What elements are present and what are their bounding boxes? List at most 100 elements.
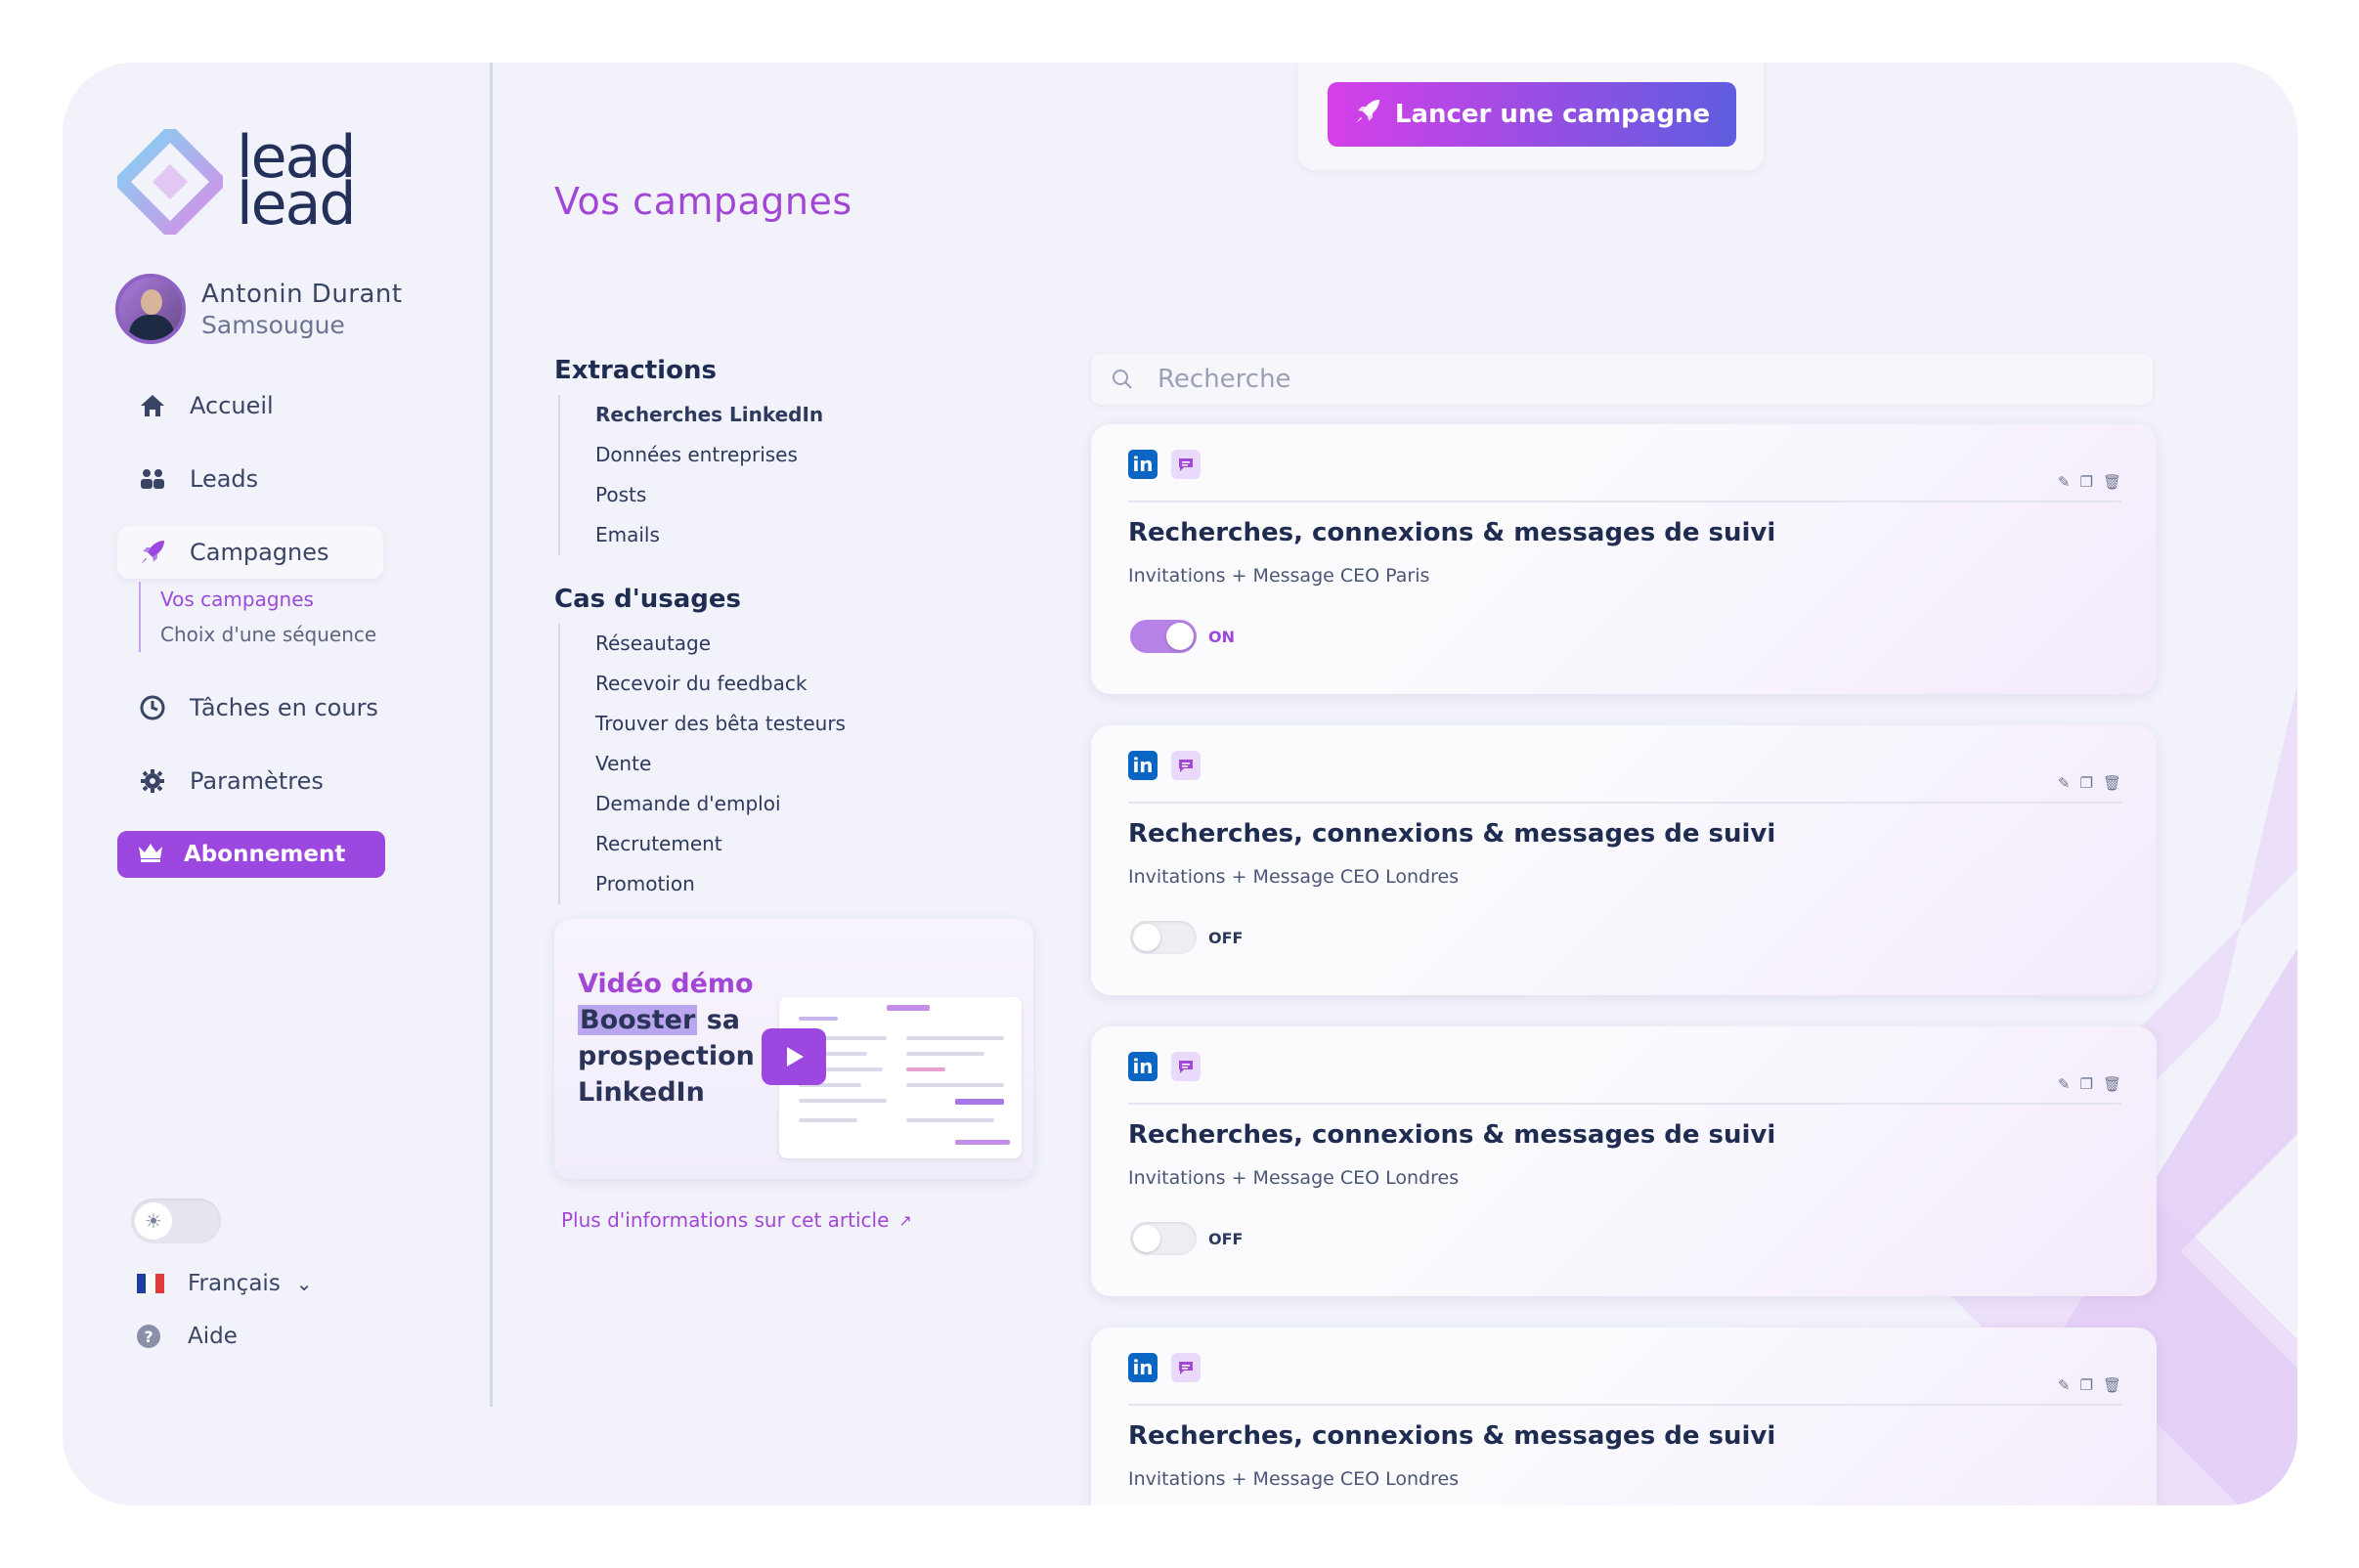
- menu-item[interactable]: Données entreprises: [595, 435, 1024, 475]
- copy-icon[interactable]: ❐: [2080, 774, 2093, 792]
- linkedin-icon: in: [1128, 1353, 1158, 1382]
- copy-icon[interactable]: ❐: [2080, 1376, 2093, 1394]
- campaign-title: Recherches, connexions & messages de sui…: [1128, 518, 1776, 547]
- nav-item-campagnes[interactable]: Campagnes: [117, 526, 383, 579]
- category-menu: Extractions Recherches LinkedIn Données …: [554, 356, 1024, 934]
- home-icon: [137, 390, 168, 421]
- rocket-icon: [1354, 98, 1381, 132]
- menu-item[interactable]: Réseautage: [595, 624, 1024, 664]
- delete-icon[interactable]: 🗑: [2103, 774, 2121, 792]
- menu-item[interactable]: Recevoir du feedback: [595, 664, 1024, 704]
- external-link-icon: ↗: [898, 1210, 912, 1230]
- menu-item[interactable]: Emails: [595, 515, 1024, 555]
- edit-icon[interactable]: ✎: [2058, 473, 2071, 491]
- menu-item[interactable]: Demande d'emploi: [595, 784, 1024, 824]
- chevron-down-icon: ⌄: [295, 1272, 313, 1295]
- nav-item-leads[interactable]: Leads: [117, 453, 411, 505]
- toggle-state: ON: [1208, 627, 1235, 646]
- help-icon: ?: [137, 1325, 160, 1348]
- user-profile[interactable]: Antonin Durant Samsougue: [115, 274, 403, 344]
- video-title-line1: Vidéo démo: [578, 969, 754, 999]
- help-label: Aide: [188, 1324, 238, 1349]
- campaign-subtitle: Invitations + Message CEO Londres: [1128, 866, 1460, 888]
- user-company: Samsougue: [201, 310, 345, 339]
- nav-label: Paramètres: [190, 767, 324, 795]
- nav-item-taches[interactable]: Tâches en cours: [117, 681, 411, 734]
- campaign-card[interactable]: in ✎ ❐ 🗑 Recherches, connexions & messag…: [1091, 1328, 2157, 1505]
- subnav-vos-campagnes[interactable]: Vos campagnes: [160, 582, 411, 617]
- toggle-switch[interactable]: [1130, 620, 1197, 653]
- nav-label: Campagnes: [190, 539, 329, 566]
- linkedin-icon: in: [1128, 450, 1158, 479]
- campaign-toggle[interactable]: OFF: [1130, 1222, 1243, 1255]
- demo-video-card[interactable]: Vidéo démo Booster sa prospection Linked…: [554, 919, 1033, 1179]
- edit-icon[interactable]: ✎: [2058, 1376, 2071, 1394]
- nav-label: Tâches en cours: [190, 694, 378, 721]
- page-title: Vos campagnes: [554, 180, 852, 223]
- users-icon: [137, 463, 168, 495]
- menu-item[interactable]: Trouver des bêta testeurs: [595, 704, 1024, 744]
- campaign-title: Recherches, connexions & messages de sui…: [1128, 819, 1776, 849]
- linkedin-icon: in: [1128, 1052, 1158, 1081]
- launch-campaign-button[interactable]: Lancer une campagne: [1328, 82, 1736, 147]
- main-nav: Accueil Leads Campagnes Vos campagnes Ch…: [117, 379, 411, 878]
- toggle-switch[interactable]: [1130, 921, 1197, 954]
- campaign-toggle[interactable]: ON: [1130, 620, 1235, 653]
- linkedin-icon: in: [1128, 751, 1158, 780]
- campaign-card[interactable]: in ✎ ❐ 🗑 Recherches, connexions & messag…: [1091, 424, 2157, 694]
- play-button[interactable]: [762, 1028, 826, 1085]
- usecases-list: Réseautage Recevoir du feedback Trouver …: [558, 624, 1024, 904]
- toggle-state: OFF: [1208, 1229, 1244, 1248]
- more-info-link[interactable]: Plus d'informations sur cet article ↗: [561, 1208, 912, 1232]
- crown-icon: [137, 841, 164, 868]
- language-selector[interactable]: Français ⌄: [137, 1271, 313, 1296]
- launch-campaign-label: Lancer une campagne: [1394, 100, 1711, 129]
- delete-icon[interactable]: 🗑: [2103, 1075, 2121, 1093]
- video-title-line2: sa: [697, 1005, 740, 1035]
- message-icon: [1171, 450, 1201, 479]
- edit-icon[interactable]: ✎: [2058, 774, 2071, 792]
- sun-icon: ☀: [135, 1202, 172, 1240]
- logo-diamond-icon: [117, 129, 223, 235]
- campaign-card[interactable]: in ✎ ❐ 🗑 Recherches, connexions & messag…: [1091, 725, 2157, 995]
- sidebar: lead lead Antonin Durant Samsougue Accue…: [63, 63, 493, 1505]
- delete-icon[interactable]: 🗑: [2103, 473, 2121, 491]
- nav-label: Leads: [190, 465, 259, 493]
- copy-icon[interactable]: ❐: [2080, 1075, 2093, 1093]
- menu-item[interactable]: Promotion: [595, 864, 1024, 904]
- message-icon: [1171, 1353, 1201, 1382]
- menu-item[interactable]: Recrutement: [595, 824, 1024, 864]
- campaign-toggle[interactable]: OFF: [1130, 921, 1243, 954]
- subnav-choix-sequence[interactable]: Choix d'une séquence: [160, 617, 411, 652]
- menu-item[interactable]: Posts: [595, 475, 1024, 515]
- campaign-card[interactable]: in ✎ ❐ 🗑 Recherches, connexions & messag…: [1091, 1026, 2157, 1296]
- menu-item[interactable]: Vente: [595, 744, 1024, 784]
- campagnes-subnav: Vos campagnes Choix d'une séquence: [139, 582, 411, 652]
- menu-item[interactable]: Recherches LinkedIn: [595, 395, 1024, 435]
- nav-item-parametres[interactable]: Paramètres: [117, 755, 411, 807]
- nav-label: Accueil: [190, 392, 274, 419]
- edit-icon[interactable]: ✎: [2058, 1075, 2071, 1093]
- copy-icon[interactable]: ❐: [2080, 473, 2093, 491]
- subscribe-button[interactable]: Abonnement: [117, 831, 385, 878]
- campaign-title: Recherches, connexions & messages de sui…: [1128, 1120, 1776, 1150]
- gear-icon: [137, 765, 168, 797]
- search-input[interactable]: [1158, 365, 2037, 394]
- usecases-heading: Cas d'usages: [554, 585, 741, 614]
- nav-item-accueil[interactable]: Accueil: [117, 379, 411, 432]
- campaign-subtitle: Invitations + Message CEO Londres: [1128, 1468, 1460, 1490]
- message-icon: [1171, 751, 1201, 780]
- campaign-list: in ✎ ❐ 🗑 Recherches, connexions & messag…: [1091, 424, 2157, 1505]
- toggle-switch[interactable]: [1130, 1222, 1197, 1255]
- extractions-heading: Extractions: [554, 356, 717, 385]
- user-name: Antonin Durant: [201, 279, 403, 309]
- campaign-subtitle: Invitations + Message CEO Londres: [1128, 1167, 1460, 1189]
- delete-icon[interactable]: 🗑: [2103, 1376, 2121, 1394]
- play-icon: [787, 1047, 804, 1067]
- message-icon: [1171, 1052, 1201, 1081]
- help-link[interactable]: ? Aide: [137, 1324, 238, 1349]
- theme-toggle[interactable]: ☀: [131, 1198, 221, 1243]
- toggle-state: OFF: [1208, 928, 1244, 947]
- more-info-label: Plus d'informations sur cet article: [561, 1208, 890, 1232]
- logo[interactable]: lead lead: [117, 128, 356, 235]
